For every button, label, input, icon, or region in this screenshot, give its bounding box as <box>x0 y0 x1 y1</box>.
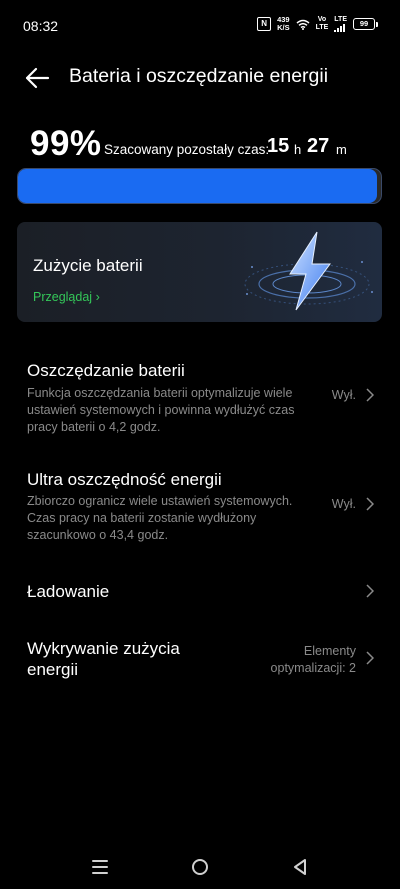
usage-browse-link[interactable]: Przeglądaj › <box>33 290 100 304</box>
status-icons: N 439 K/S Vo LTE LTE 99 <box>257 16 378 32</box>
estimate-minutes-unit: m <box>336 142 347 157</box>
volte-bottom: LTE <box>315 24 329 31</box>
estimate-hours-unit: h <box>294 142 302 157</box>
network-speed: 439 K/S <box>277 16 290 32</box>
battery-level-bar <box>17 168 382 204</box>
header: Bateria i oszczędzanie energii <box>0 58 400 98</box>
battery-saver-title: Oszczędzanie baterii <box>27 361 185 380</box>
estimate-minutes: 27 <box>307 135 330 157</box>
power-detection-value-line2: optymalizacji: 2 <box>270 661 356 675</box>
power-detection-value-line1: Elementy <box>303 644 356 658</box>
navigation-bar <box>0 845 400 889</box>
nfc-icon: N <box>257 17 272 31</box>
charging-row[interactable]: Ładowanie <box>0 570 400 614</box>
back-arrow-icon[interactable] <box>22 63 52 93</box>
signal-icon <box>334 24 346 32</box>
ultra-saver-value: Wył. <box>331 497 356 511</box>
lte-label: LTE <box>334 16 347 23</box>
power-detection-title-line1: Wykrywanie zużycia <box>27 639 180 658</box>
battery-saver-description: Funkcja oszczędzania baterii optymalizuj… <box>27 386 295 434</box>
chevron-right-icon <box>366 584 374 598</box>
chevron-right-icon <box>366 388 374 402</box>
battery-saver-value: Wył. <box>331 388 356 402</box>
battery-summary: 99% Szacowany pozostały czas: 15 h 27 m <box>30 124 380 164</box>
usage-card-title: Zużycie baterii <box>33 256 143 275</box>
home-icon[interactable] <box>188 855 212 879</box>
ultra-saver-description: Zbiorczo ogranicz wiele ustawień systemo… <box>27 494 293 542</box>
network-speed-unit: K/S <box>277 23 290 32</box>
signal-group: LTE <box>334 16 347 32</box>
battery-level-fill <box>18 169 378 203</box>
battery-saver-row[interactable]: Oszczędzanie baterii Funkcja oszczędzani… <box>0 355 400 435</box>
charging-title: Ładowanie <box>27 582 110 601</box>
chevron-right-icon <box>366 651 374 665</box>
power-detection-row[interactable]: Wykrywanie zużycia energii Elementy opty… <box>0 634 400 690</box>
volte-indicator: Vo LTE <box>316 16 329 32</box>
power-detection-title-line2: energii <box>27 660 79 679</box>
chevron-right-icon <box>366 497 374 511</box>
chevron-right-icon: › <box>95 290 100 304</box>
status-time: 08:32 <box>23 18 59 34</box>
usage-browse-label: Przeglądaj <box>33 290 93 304</box>
back-triangle-icon[interactable] <box>288 855 312 879</box>
volte-top: Vo <box>317 16 327 23</box>
lightning-bolt-icon <box>244 231 373 311</box>
ultra-saver-row[interactable]: Ultra oszczędność energii Zbiorczo ogran… <box>0 464 400 544</box>
page-title: Bateria i oszczędzanie energii <box>69 65 329 87</box>
wifi-icon <box>296 19 310 30</box>
estimate-hours: 15 <box>267 135 290 157</box>
power-detection-title: Wykrywanie zużycia energii <box>27 638 180 680</box>
battery-percent: 99% <box>30 124 102 163</box>
battery-level: 99 <box>353 18 375 30</box>
estimate-label: Szacowany pozostały czas: <box>104 142 270 157</box>
battery-usage-card[interactable]: Zużycie baterii Przeglądaj › <box>17 222 382 322</box>
ultra-saver-title: Ultra oszczędność energii <box>27 470 222 489</box>
battery-icon: 99 <box>353 18 378 30</box>
battery-tip <box>376 21 378 27</box>
status-bar: 08:32 N 439 K/S Vo LTE LTE 99 <box>0 0 400 50</box>
menu-icon[interactable] <box>88 855 112 879</box>
power-detection-value: Elementy optymalizacji: 2 <box>271 643 356 677</box>
